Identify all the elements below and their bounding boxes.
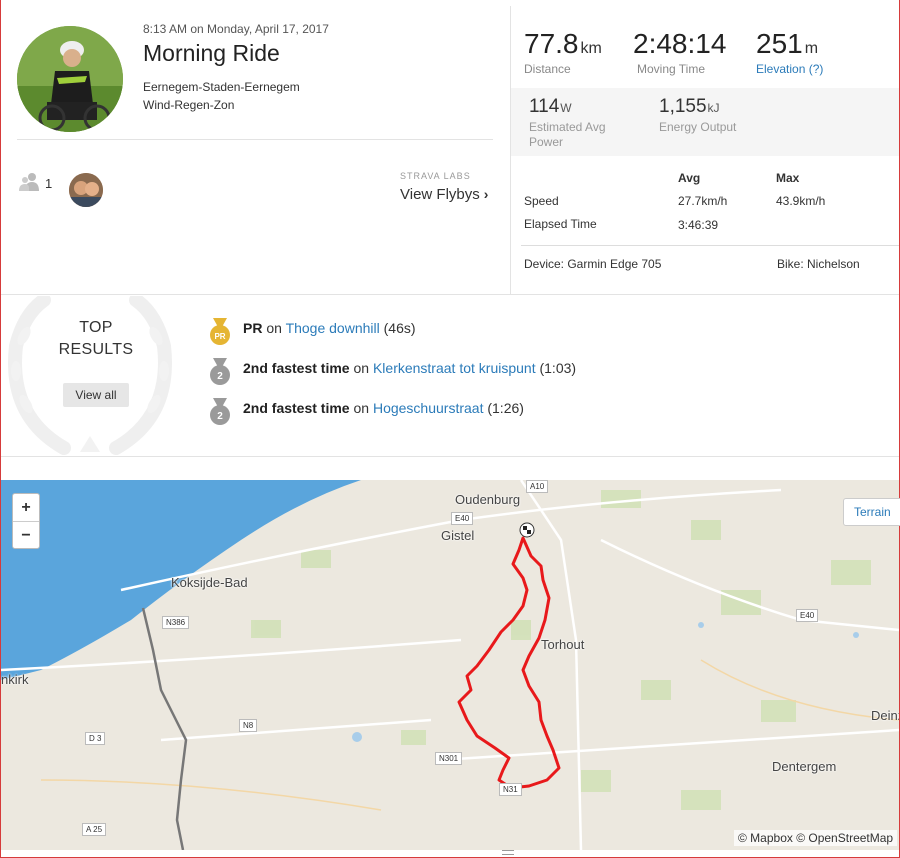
col-header-max: Max — [776, 171, 800, 185]
elapsed-avg: 3:46:39 — [678, 218, 719, 232]
top-results-line: RESULTS — [58, 341, 134, 358]
silver-medal-icon: 2 — [210, 398, 230, 425]
power-label: Estimated Avg Power — [529, 120, 606, 150]
distance-value: 77.8 — [524, 28, 579, 59]
bike-info: Bike: Nichelson — [777, 257, 860, 271]
achievement-rank: 2nd fastest time — [243, 360, 350, 376]
place-label: nkirk — [1, 672, 29, 687]
power-label-line: Power — [529, 135, 564, 149]
zoom-in-button[interactable]: + — [13, 494, 39, 521]
place-label: Torhout — [541, 637, 585, 652]
segment-time: (46s) — [383, 320, 416, 336]
silver-medal-icon: 2 — [210, 358, 230, 385]
achievement-text: 2nd fastest time on Klerkenstraat tot kr… — [243, 360, 576, 376]
place-label: Gistel — [441, 528, 475, 543]
pr-medal-text: PR — [214, 332, 225, 341]
col-header-avg: Avg — [678, 171, 701, 185]
group-athlete-avatar[interactable] — [69, 173, 103, 207]
achievement-text: PR on Thoge downhill (46s) — [243, 320, 416, 336]
road-label: E40 — [451, 512, 474, 525]
energy-value: 1,155 — [659, 96, 707, 117]
segment-link[interactable]: Klerkenstraat tot kruispunt — [373, 360, 536, 376]
place-label: Koksijde-Bad — [171, 575, 248, 590]
moving-time-value: 2:48:14 — [633, 28, 727, 59]
energy-label: Energy Output — [659, 120, 737, 134]
zoom-out-button[interactable]: − — [13, 521, 39, 548]
speed-max: 43.9km/h — [776, 194, 826, 208]
road-label: A 25 — [82, 823, 107, 836]
activity-description: Eernegem-Staden-Eernegem Wind-Regen-Zon — [143, 78, 300, 114]
road-label: N31 — [499, 783, 522, 796]
top-results-line: TOP — [79, 319, 113, 336]
zoom-control: + − — [12, 493, 40, 549]
group-athletes-icon[interactable] — [18, 172, 42, 197]
divider — [521, 245, 899, 246]
stat-power: 114W Estimated Avg Power — [529, 96, 606, 150]
divider — [1, 294, 899, 295]
place-label: Dentergem — [772, 759, 837, 774]
activity-title: Morning Ride — [143, 40, 280, 66]
map-attribution[interactable]: © Mapbox © OpenStreetMap — [734, 830, 898, 846]
on-word: on — [353, 360, 370, 376]
route-line — [457, 536, 561, 790]
distance-label: Distance — [524, 62, 571, 76]
achievement-text: 2nd fastest time on Hogeschuurstraat (1:… — [243, 400, 524, 416]
chevron-right-icon: › — [483, 186, 489, 202]
athlete-avatar[interactable] — [17, 26, 123, 132]
on-word: on — [353, 400, 370, 416]
power-unit: W — [560, 101, 572, 115]
elevation-label-link[interactable]: Elevation (?) — [756, 62, 823, 76]
road-label: A10 — [526, 480, 549, 493]
distance-unit: km — [580, 40, 602, 57]
moving-time-label: Moving Time — [637, 62, 706, 76]
road-label: N8 — [239, 719, 258, 732]
achievement-rank: 2nd fastest time — [243, 400, 350, 416]
elevation-value: 251 — [756, 28, 803, 59]
country-border — [141, 607, 188, 850]
stat-elevation: 251 m Elevation (?) — [756, 28, 823, 76]
power-label-line: Estimated Avg — [529, 120, 606, 134]
description-line: Wind-Regen-Zon — [143, 98, 235, 112]
row-label-speed: Speed — [524, 194, 559, 208]
finish-flag-icon — [519, 522, 535, 538]
silver-medal-text: 2 — [217, 371, 223, 382]
divider — [17, 139, 493, 140]
road-label: N386 — [162, 616, 190, 629]
resize-handle-icon[interactable] — [502, 850, 514, 855]
segment-link[interactable]: Hogeschuurstraat — [373, 400, 484, 416]
stat-moving-time: 2:48:14 Moving Time — [633, 28, 726, 76]
achievement-rank: PR — [243, 320, 263, 336]
on-word: on — [266, 320, 282, 336]
road-label: D 3 — [85, 732, 106, 745]
place-label: Oudenburg — [455, 492, 521, 507]
athlete-photo-icon — [17, 26, 123, 132]
road-label: E40 — [796, 609, 819, 622]
view-flybys-link[interactable]: View Flybys › — [400, 186, 488, 203]
road-label: N301 — [435, 752, 463, 765]
activity-datetime: 8:13 AM on Monday, April 17, 2017 — [143, 22, 329, 36]
view-flybys-label: View Flybys — [400, 186, 480, 203]
view-all-button[interactable]: View all — [63, 383, 129, 407]
divider — [1, 456, 899, 457]
segment-time: (1:26) — [487, 400, 524, 416]
segment-time: (1:03) — [539, 360, 577, 376]
terrain-toggle-button[interactable]: Terrain — [843, 498, 900, 526]
device-info: Device: Garmin Edge 705 — [524, 257, 662, 271]
top-results-heading: TOP RESULTS — [40, 317, 152, 361]
athletes-count: 1 — [45, 176, 53, 191]
strava-labs-label: STRAVA LABS — [400, 171, 471, 181]
speed-avg: 27.7km/h — [678, 194, 728, 208]
pr-medal-icon: PR — [210, 318, 230, 345]
description-line: Eernegem-Staden-Eernegem — [143, 80, 300, 94]
stat-energy: 1,155kJ Energy Output — [659, 96, 736, 135]
silver-medal-text: 2 — [217, 411, 223, 422]
elevation-unit: m — [804, 40, 819, 57]
stat-distance: 77.8 km Distance — [524, 28, 602, 76]
row-label-elapsed: Elapsed Time — [524, 217, 597, 231]
power-value: 114 — [529, 96, 560, 117]
route-map[interactable]: Oudenburg Gistel Koksijde-Bad Torhout nk… — [1, 480, 899, 850]
segment-link[interactable]: Thoge downhill — [286, 320, 380, 336]
energy-unit: kJ — [707, 101, 720, 115]
place-label: Deinz — [871, 708, 899, 723]
